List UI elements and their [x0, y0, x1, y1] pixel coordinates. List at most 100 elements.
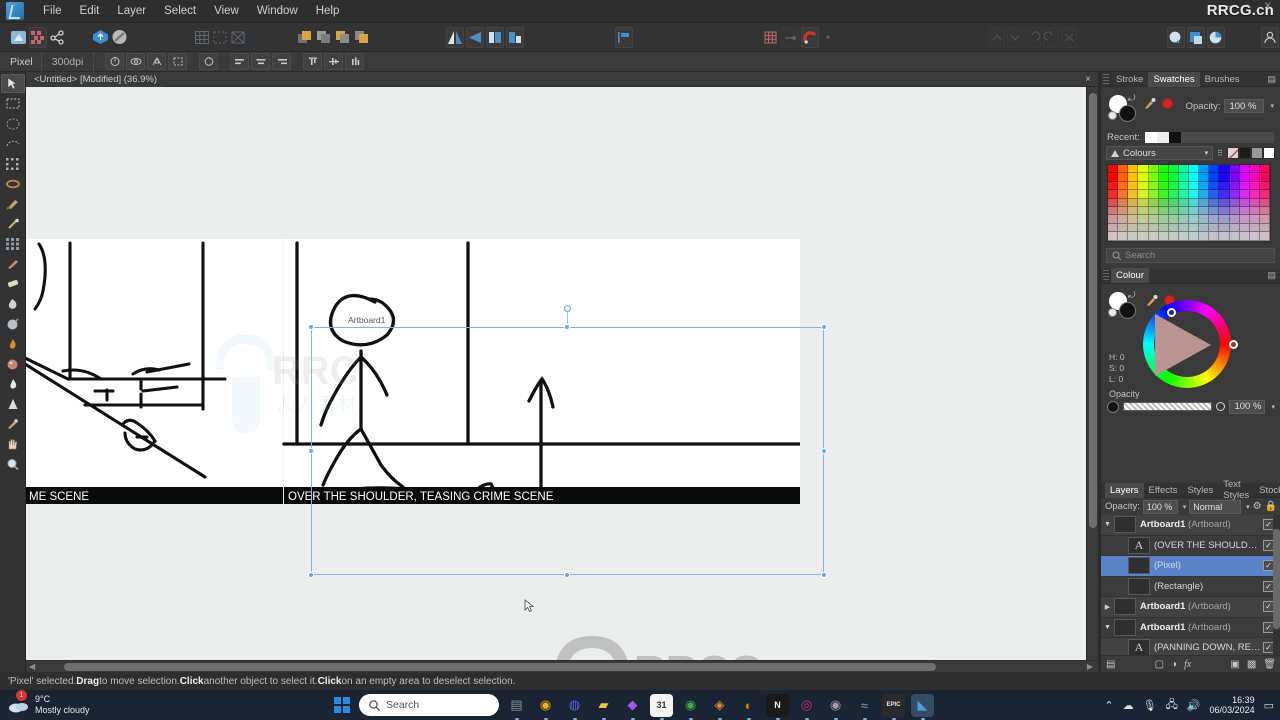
elliptical-marquee-tool[interactable] [1, 114, 25, 133]
swatch-cell[interactable] [1168, 190, 1179, 199]
swatch-cell[interactable] [1108, 173, 1119, 182]
undo-icon[interactable] [1024, 26, 1041, 48]
selection-handle-bl[interactable] [308, 572, 314, 578]
swatch-cell[interactable] [1199, 165, 1210, 174]
swatch-cell[interactable] [1239, 223, 1250, 233]
opacity-slider-handle[interactable] [1216, 402, 1226, 412]
selection-handle-mr[interactable] [821, 448, 827, 454]
move-to-front-icon[interactable] [297, 27, 314, 48]
share-icon[interactable] [49, 27, 65, 48]
layers-opacity-input[interactable]: 100 % [1142, 499, 1178, 514]
colour-opacity-chevron-down-icon[interactable]: ▾ [1271, 403, 1275, 411]
swatch-cell[interactable] [1239, 173, 1250, 182]
swatch-cell[interactable] [1249, 173, 1260, 182]
swatch-cell[interactable] [1148, 198, 1159, 207]
tab-brushes[interactable]: Brushes [1200, 72, 1245, 87]
swatch-cell[interactable] [1138, 181, 1149, 191]
swatch-cell[interactable] [1259, 173, 1270, 182]
swatch-cell[interactable] [1158, 190, 1169, 199]
swatch-cell[interactable] [1239, 206, 1250, 216]
swatch-cell[interactable] [1108, 165, 1119, 174]
swatch-cell[interactable] [1189, 190, 1200, 199]
tab-stock[interactable]: Stock [1254, 483, 1280, 498]
swatch-cell[interactable] [1189, 165, 1200, 174]
swatch-cell[interactable] [1219, 190, 1230, 199]
smudge-brush-tool[interactable] [1, 334, 25, 353]
swatch-cell[interactable] [1219, 215, 1230, 224]
flip-horizontal-icon[interactable] [446, 26, 465, 48]
network-icon[interactable]: 🖧 [1166, 696, 1178, 715]
menu-view[interactable]: View [205, 2, 248, 20]
swatch-cell[interactable] [1118, 190, 1129, 199]
taskbar-chrome-icon[interactable]: ◉ [534, 694, 557, 720]
swatch-cell[interactable] [1229, 215, 1240, 224]
selection-handle-bc[interactable] [564, 572, 570, 578]
eyedropper-icon-2[interactable] [1145, 294, 1159, 307]
convert-icon[interactable] [168, 53, 188, 70]
swatches-grid[interactable] [1107, 164, 1271, 242]
swatch-cell[interactable] [1249, 190, 1260, 199]
microphone-icon[interactable]: 🎙 [1143, 699, 1157, 712]
swatch-cell[interactable] [1128, 198, 1139, 207]
swatch-cell[interactable] [1209, 165, 1220, 174]
swatch-cell[interactable] [1199, 223, 1210, 233]
tab-layers[interactable]: Layers [1105, 482, 1144, 498]
swatch-cell[interactable] [1108, 181, 1119, 191]
swatch-cell[interactable] [1178, 165, 1189, 174]
recent-swatch-2[interactable] [1168, 131, 1181, 143]
swatch-cell[interactable] [1209, 198, 1220, 207]
swatch-cell[interactable] [1189, 215, 1200, 224]
swatch-cell[interactable] [1209, 232, 1220, 241]
lock-icon[interactable]: 🔒 [1265, 501, 1277, 512]
snap-options-icon[interactable] [781, 26, 800, 48]
recent-swatch-0[interactable] [1144, 131, 1157, 143]
swatch-cell[interactable] [1259, 206, 1270, 216]
swatch-cell[interactable] [1199, 215, 1210, 224]
canvas-area[interactable]: ME SCENE OVER THE SHOULDER, TEASING CRIM… [26, 87, 1098, 660]
swatch-cell[interactable] [1168, 173, 1179, 182]
taskbar-opera-icon[interactable]: ◎ [795, 694, 818, 720]
black-swatch[interactable] [1239, 147, 1251, 159]
swatch-cell[interactable] [1219, 223, 1230, 233]
eyedropper-icon[interactable] [1143, 97, 1157, 110]
swatch-cell[interactable] [1148, 165, 1159, 174]
colour-panel-grip-icon[interactable] [1103, 270, 1109, 282]
taskbar-unity-icon[interactable]: ◈ [708, 694, 731, 720]
swatch-cell[interactable] [1128, 223, 1139, 233]
align-icon[interactable] [614, 26, 633, 48]
swatch-cell[interactable] [1118, 206, 1129, 216]
adjustment-icon[interactable]: ◑ [1171, 659, 1177, 670]
swatch-cell[interactable] [1199, 198, 1210, 207]
swatch-cell[interactable] [1118, 198, 1129, 207]
stroke-colour-swatch-2[interactable] [1119, 301, 1136, 319]
align-middle-icon[interactable] [324, 53, 344, 70]
swatch-cell[interactable] [1259, 215, 1270, 224]
swatch-cell[interactable] [1178, 215, 1189, 224]
group-icon[interactable]: ▩ [1247, 659, 1256, 670]
swatch-cell[interactable] [1158, 215, 1169, 224]
align-center-icon[interactable] [251, 53, 271, 70]
taskbar-explorer-icon[interactable]: ▰ [592, 694, 615, 720]
menu-window[interactable]: Window [248, 2, 307, 20]
swatch-cell[interactable] [1148, 223, 1159, 233]
sharpen-brush-tool[interactable] [1, 394, 25, 413]
swatch-cell[interactable] [1148, 190, 1159, 199]
taskbar-discord-icon[interactable]: ◍ [563, 694, 586, 720]
canvas-horizontal-scrollbar[interactable]: ◀ ▶ [26, 660, 1098, 672]
selection-handle-ml[interactable] [308, 448, 314, 454]
layer-row[interactable]: ▼ Artboard1 (Artboard) ✓ [1101, 515, 1280, 536]
history-forward-icon[interactable] [1006, 26, 1023, 48]
layer-row[interactable]: A(OVER THE SHOULDER, TEA...✓ [1101, 535, 1280, 556]
swatch-cell[interactable] [1138, 165, 1149, 174]
refresh-icon[interactable] [105, 53, 125, 70]
swatch-cell[interactable] [1229, 223, 1240, 233]
no-colour-swatch[interactable] [1227, 147, 1239, 159]
pixel-grid-icon[interactable] [763, 27, 779, 48]
recent-colours-strip[interactable] [1144, 131, 1274, 143]
mask-icon[interactable]: ▢ [1155, 659, 1164, 670]
history-back-icon[interactable] [988, 26, 1005, 48]
swatch-cell[interactable] [1158, 198, 1169, 207]
swatch-cell[interactable] [1148, 215, 1159, 224]
selection-handle-tl[interactable] [308, 324, 314, 330]
layer-disclosure-icon[interactable]: ▼ [1101, 624, 1114, 631]
